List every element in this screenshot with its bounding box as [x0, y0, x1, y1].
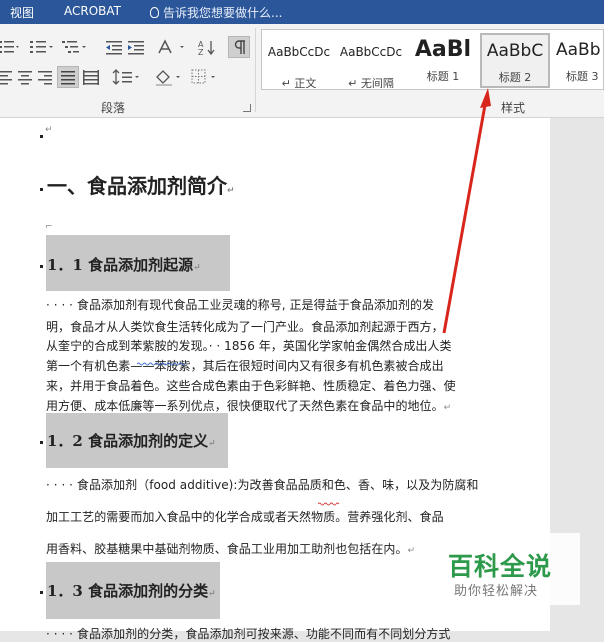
style-heading-1[interactable]: AaBl 标题 1: [408, 33, 478, 88]
justify-button[interactable]: [57, 66, 79, 88]
paragraph-bullet: [40, 135, 43, 138]
body-line: 第一个有机色素——苯胺紫，其后在很短时间内又有很多有机色素被合成出: [46, 359, 444, 373]
chinese-layout-button[interactable]: [156, 38, 188, 56]
body-line: · · · · 食品添加剂有现代食品工业灵魂的称号, 正是得益于食品添加剂的发: [46, 298, 435, 312]
bullets-button[interactable]: [0, 38, 22, 56]
body-line: · · · · 食品添加剂（food additive):为改善食品品质和色、香…: [46, 478, 479, 492]
style-heading-1-sample: AaBl: [414, 37, 472, 62]
heading-2-text: 1．2 食品添加剂的定义: [47, 432, 209, 450]
paragraph-mark-icon: ⌐: [45, 222, 53, 232]
heading-2[interactable]: 1．2 食品添加剂的定义↵: [47, 430, 216, 451]
paint-bucket-icon: [156, 70, 180, 86]
heading-1[interactable]: 一、食品添加剂简介↵: [47, 170, 235, 199]
tell-me-text: 告诉我您想要做什么...: [163, 6, 283, 20]
body-line: 用方便、成本低廉等一系列优点，很快便取代了天然色素在食品中的地位。↵: [46, 397, 451, 414]
body-line-text: 用香料、胶基糖果中基础剂物质、食品工业用加工助剂也包括在内。: [46, 542, 408, 556]
style-normal-sample: AaBbCcDc: [267, 45, 331, 59]
increase-indent-button[interactable]: [126, 38, 148, 56]
body-line: 加工工艺的需要而加入食品中的化学合成或者天然物质。营养强化剂、食品: [46, 510, 444, 524]
svg-text:Z: Z: [198, 48, 204, 56]
style-normal-name: ↵ 正文: [281, 77, 317, 88]
justify-icon: [61, 71, 75, 85]
tell-me-search[interactable]: 告诉我您想要做什么...: [150, 4, 282, 21]
paragraph-bullet: [40, 265, 43, 268]
style-heading-3[interactable]: AaBb 标题 3: [552, 33, 604, 88]
numbering-icon: [30, 41, 53, 53]
watermark-subtitle: 助你轻松解决: [454, 584, 539, 599]
decrease-indent-icon: [106, 41, 122, 55]
align-left-button[interactable]: [0, 68, 14, 86]
distributed-button[interactable]: [82, 68, 100, 86]
increase-indent-icon: [128, 41, 144, 55]
paragraph-mark-icon: ↵: [227, 186, 235, 196]
borders-icon: [191, 69, 215, 84]
align-right-button[interactable]: [36, 68, 54, 86]
style-no-spacing-name: ↵ 无间隔: [348, 77, 394, 88]
lightbulb-icon: [150, 7, 159, 18]
heading-2-text: 1．1 食品添加剂起源: [47, 256, 194, 274]
style-heading-3-sample: AaBb: [556, 40, 601, 60]
distributed-icon: [83, 70, 99, 85]
bullets-icon: [0, 41, 19, 53]
multilevel-list-button[interactable]: [60, 38, 90, 56]
grammar-squiggle: [136, 351, 186, 366]
spelling-squiggle: [317, 491, 340, 506]
align-left-icon: [0, 71, 12, 85]
heading-1-text: 一、食品添加剂简介: [47, 174, 227, 198]
heading-2[interactable]: 1．1 食品添加剂起源↵: [47, 254, 201, 275]
align-center-button[interactable]: [16, 68, 34, 86]
style-no-spacing[interactable]: AaBbCcDc ↵ 无间隔: [336, 33, 406, 88]
align-center-icon: [18, 71, 32, 85]
menu-bar: 视图 ACROBAT 告诉我您想要做什么...: [0, 0, 604, 24]
sort-button[interactable]: AZ: [196, 38, 218, 57]
style-no-spacing-sample: AaBbCcDc: [339, 45, 403, 59]
group-separator: [255, 28, 256, 112]
multilevel-list-icon: [62, 41, 86, 53]
menu-view[interactable]: 视图: [10, 4, 34, 21]
body-line: 明，食品才从人类饮食生活转化成为了一门产业。食品添加剂起源于西方，: [46, 320, 444, 334]
style-heading-3-name: 标题 3: [566, 70, 599, 83]
style-heading-2[interactable]: AaBbC 标题 2: [480, 33, 550, 88]
paragraph-mark-icon: ↵: [45, 125, 53, 135]
paragraph-mark-icon: [234, 40, 245, 54]
align-right-icon: [38, 71, 52, 85]
menu-acrobat[interactable]: ACROBAT: [64, 4, 121, 18]
line-spacing-icon: [112, 69, 139, 85]
show-hide-marks-button[interactable]: [228, 36, 250, 58]
heading-2[interactable]: 1．3 食品添加剂的分类↵: [47, 580, 216, 601]
style-heading-1-name: 标题 1: [426, 70, 460, 83]
paragraph-mark-icon: ↵: [208, 589, 216, 599]
watermark: 百科全说 助你轻松解决: [440, 533, 580, 605]
borders-button[interactable]: [190, 68, 220, 86]
numbering-button[interactable]: [28, 38, 56, 56]
style-heading-2-name: 标题 2: [498, 71, 532, 84]
paragraph-bullet: [40, 441, 43, 444]
body-line: 用香料、胶基糖果中基础剂物质、食品工业用加工助剂也包括在内。↵: [46, 540, 415, 557]
body-line: 来，并用于食品着色。这些合成色素由于色彩鲜艳、性质稳定、着色力强、使: [46, 379, 456, 393]
paragraph-dialog-launcher[interactable]: [243, 104, 251, 112]
decrease-indent-button[interactable]: [104, 38, 124, 56]
paragraph-group-label: 段落: [101, 101, 126, 115]
watermark-title: 百科全说: [448, 552, 553, 581]
body-line: · · · · 食品添加剂的分类，食品添加剂可按来源、功能不同而有不同划分方式: [46, 627, 451, 641]
paragraph-mark-icon: ↵: [208, 439, 216, 449]
body-line-text: 用方便、成本低廉等一系列优点，很快便取代了天然色素在食品中的地位。: [46, 399, 444, 413]
line-spacing-button[interactable]: [112, 68, 142, 86]
heading-2-text: 1．3 食品添加剂的分类: [47, 582, 209, 600]
paragraph-bullet: [40, 591, 43, 594]
styles-gallery: AaBbCcDc ↵ 正文 AaBbCcDc ↵ 无间隔 AaBl 标题 1 A…: [261, 29, 604, 90]
sort-icon: AZ: [198, 40, 215, 57]
style-normal[interactable]: AaBbCcDc ↵ 正文: [264, 33, 334, 88]
style-heading-2-sample: AaBbC: [486, 41, 544, 61]
styles-group-label: 样式: [501, 101, 526, 115]
paragraph-mark-icon: ↵: [407, 546, 416, 556]
body-line: 从奎宁的合成到苯紫胺的发现。· · 1856 年，英国化学家帕金偶然合成出人类: [46, 339, 452, 353]
paragraph-bullet: [40, 188, 43, 191]
chinese-layout-icon: [158, 39, 184, 54]
paragraph-mark-icon: ↵: [443, 403, 452, 413]
shading-button[interactable]: [154, 68, 184, 86]
paragraph-mark-icon: ↵: [193, 263, 201, 273]
